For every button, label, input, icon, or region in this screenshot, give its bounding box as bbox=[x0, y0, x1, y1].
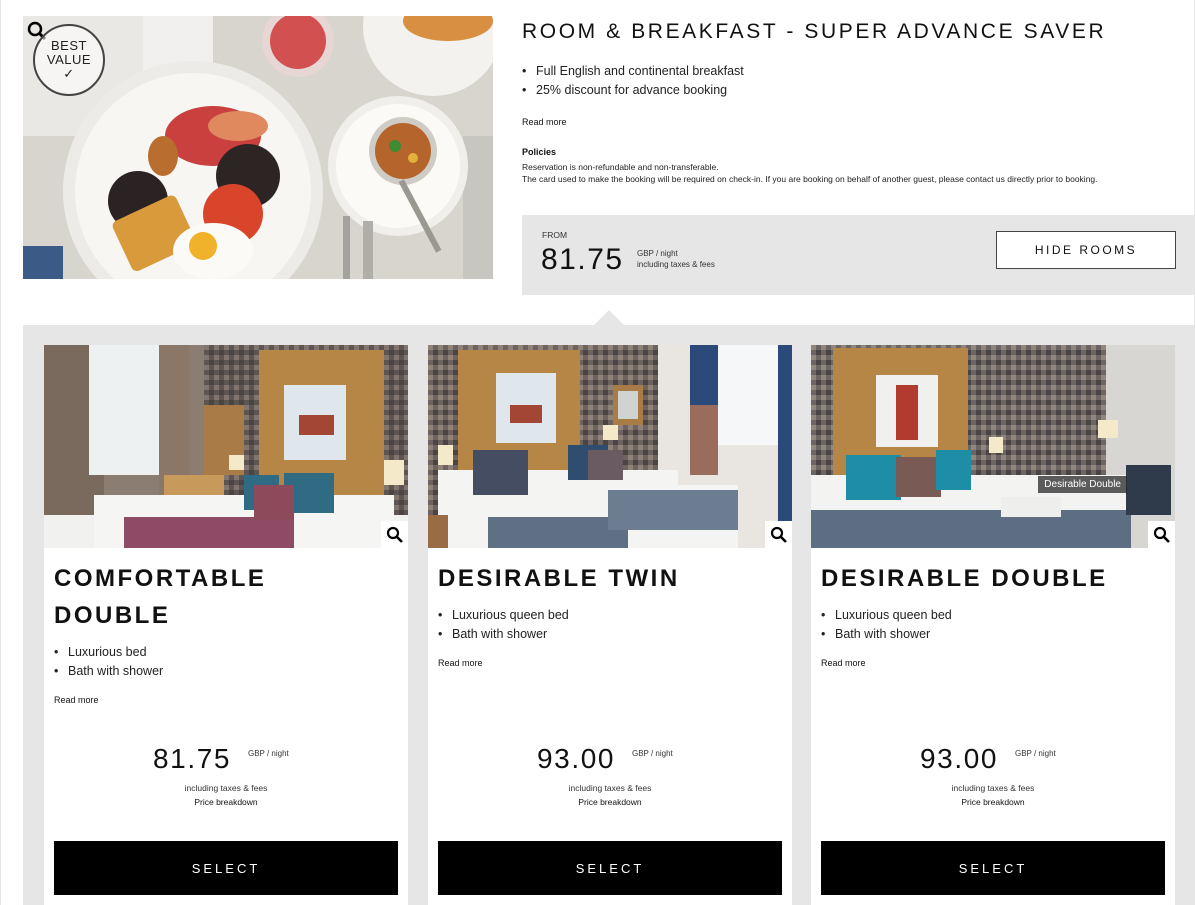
price-breakdown-link[interactable]: Price breakdown bbox=[44, 797, 408, 807]
policies-text: Reservation is non-refundable and non-tr… bbox=[522, 161, 1162, 185]
offer-title: ROOM & BREAKFAST - SUPER ADVANCE SAVER bbox=[522, 20, 1107, 43]
badge-line1: BEST bbox=[51, 38, 87, 53]
select-room-button[interactable]: SELECT bbox=[821, 841, 1165, 895]
room-price: 93.00 bbox=[537, 743, 616, 774]
room-photo[interactable] bbox=[44, 345, 408, 548]
room-card-desirable-double: Desirable Double DESIRABLE DOUBLE Luxuri… bbox=[811, 345, 1175, 905]
room-price-unit: GBP / night bbox=[248, 749, 289, 758]
hide-rooms-button[interactable]: HIDE ROOMS bbox=[996, 231, 1176, 269]
room-photo-illustration bbox=[44, 345, 408, 548]
room-photo[interactable] bbox=[428, 345, 792, 548]
room-price-incl: including taxes & fees bbox=[184, 783, 268, 793]
from-label: FROM bbox=[542, 230, 568, 240]
room-feature-item: Luxurious queen bed bbox=[821, 606, 952, 625]
zoom-icon[interactable] bbox=[765, 521, 792, 548]
select-room-button[interactable]: SELECT bbox=[54, 841, 398, 895]
room-features: Luxurious queen bed Bath with shower bbox=[438, 606, 569, 644]
room-price-unit: GBP / night bbox=[1015, 749, 1056, 758]
room-price-unit: GBP / night bbox=[632, 749, 673, 758]
price-incl-text: including taxes & fees bbox=[637, 260, 715, 269]
room-features: Luxurious queen bed Bath with shower bbox=[821, 606, 952, 644]
room-title: COMFORTABLE DOUBLE bbox=[54, 565, 267, 629]
check-icon: ✓ bbox=[63, 66, 75, 81]
badge-line2: VALUE bbox=[46, 52, 92, 67]
price-unit-text: GBP / night bbox=[637, 249, 678, 258]
offer-features: Full English and continental breakfast 2… bbox=[522, 62, 744, 100]
photo-caption: Desirable Double bbox=[1038, 476, 1127, 493]
room-feature-item: Luxurious queen bed bbox=[438, 606, 569, 625]
room-photo[interactable] bbox=[811, 345, 1175, 548]
offer-price-unit: GBP / night including taxes & fees bbox=[637, 248, 715, 270]
select-room-button[interactable]: SELECT bbox=[438, 841, 782, 895]
price-breakdown-link[interactable]: Price breakdown bbox=[428, 797, 792, 807]
room-title: DESIRABLE DOUBLE bbox=[821, 565, 1108, 592]
zoom-icon[interactable] bbox=[381, 521, 408, 548]
offer-feature-item: Full English and continental breakfast bbox=[522, 62, 744, 81]
best-value-badge: BEST VALUE ✓ bbox=[33, 24, 105, 96]
zoom-icon[interactable] bbox=[1148, 521, 1175, 548]
room-feature-item: Bath with shower bbox=[54, 662, 163, 681]
room-features: Luxurious bed Bath with shower bbox=[54, 643, 163, 681]
room-photo-illustration bbox=[428, 345, 792, 548]
offer-price-box: FROM 81.75 GBP / night including taxes &… bbox=[522, 215, 1194, 295]
policy-line: The card used to make the booking will b… bbox=[522, 174, 1098, 184]
room-feature-item: Luxurious bed bbox=[54, 643, 163, 662]
policies-heading: Policies bbox=[522, 147, 557, 157]
room-read-more-link[interactable]: Read more bbox=[821, 658, 866, 668]
room-title: DESIRABLE TWIN bbox=[438, 565, 680, 592]
room-price-incl: including taxes & fees bbox=[568, 783, 652, 793]
panel-pointer bbox=[593, 310, 625, 326]
room-price-incl: including taxes & fees bbox=[951, 783, 1035, 793]
offer-read-more-link[interactable]: Read more bbox=[522, 117, 567, 127]
policy-line: Reservation is non-refundable and non-tr… bbox=[522, 162, 719, 172]
offer-price: 81.75 bbox=[541, 243, 624, 276]
room-feature-item: Bath with shower bbox=[438, 625, 569, 644]
room-card-desirable-twin: DESIRABLE TWIN Luxurious queen bed Bath … bbox=[428, 345, 792, 905]
offer-feature-item: 25% discount for advance booking bbox=[522, 81, 744, 100]
room-read-more-link[interactable]: Read more bbox=[54, 695, 99, 705]
room-feature-item: Bath with shower bbox=[821, 625, 952, 644]
room-read-more-link[interactable]: Read more bbox=[438, 658, 483, 668]
room-price: 81.75 bbox=[153, 743, 232, 774]
room-photo-illustration bbox=[811, 345, 1175, 548]
offer-photo[interactable]: BEST VALUE ✓ bbox=[23, 16, 493, 279]
price-breakdown-link[interactable]: Price breakdown bbox=[811, 797, 1175, 807]
room-card-comfortable-double: COMFORTABLE DOUBLE Luxurious bed Bath wi… bbox=[44, 345, 408, 905]
room-price: 93.00 bbox=[920, 743, 999, 774]
booking-page: BEST VALUE ✓ ROOM & BREAKFAST - SUPER AD… bbox=[0, 0, 1195, 905]
